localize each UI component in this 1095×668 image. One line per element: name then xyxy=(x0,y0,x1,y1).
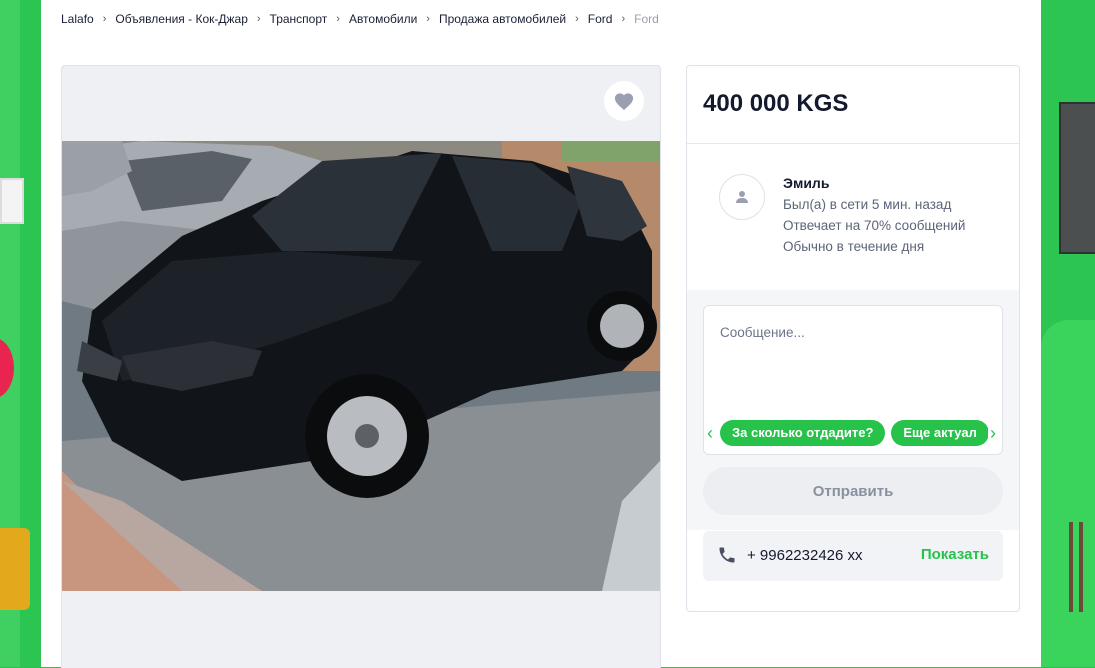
seller-response-time: Обычно в течение дня xyxy=(783,239,925,254)
ad-cabinet-image xyxy=(0,178,24,224)
quick-replies: За сколько отдадите? Еще актуал xyxy=(720,420,988,448)
quick-reply-chip[interactable]: За сколько отдадите? xyxy=(720,420,886,446)
breadcrumb-item-cars[interactable]: Автомобили xyxy=(349,12,417,26)
photo-gallery[interactable] xyxy=(61,65,661,668)
chevron-right-icon[interactable]: › xyxy=(990,424,996,442)
phone-row[interactable]: + 9962232426 xx Показать xyxy=(703,531,1003,581)
avatar[interactable] xyxy=(719,174,765,220)
breadcrumb-item-car-sales[interactable]: Продажа автомобилей xyxy=(439,12,566,26)
breadcrumb-item-ads[interactable]: Объявления - Кок-Джар xyxy=(115,12,248,26)
ad-chair-image xyxy=(1069,522,1083,612)
phone-icon xyxy=(719,547,735,563)
show-phone-button[interactable]: Показать xyxy=(921,546,989,563)
price: 400 000 KGS xyxy=(703,90,849,117)
left-ad-banner[interactable] xyxy=(0,0,41,667)
breadcrumb-item-home[interactable]: Lalafo xyxy=(61,12,94,26)
favorite-button[interactable] xyxy=(604,81,644,121)
breadcrumb: Lalafo › Объявления - Кок-Джар › Транспо… xyxy=(61,12,659,26)
chevron-right-icon: › xyxy=(575,13,579,25)
chevron-right-icon: › xyxy=(102,13,107,25)
chevron-right-icon: › xyxy=(256,13,261,25)
message-input[interactable]: Сообщение... ‹ За сколько отдадите? Еще а… xyxy=(703,305,1003,455)
seller-last-seen: Был(а) в сети 5 мин. назад xyxy=(783,197,952,212)
divider xyxy=(687,143,1019,144)
main-content: Lalafo › Объявления - Кок-Джар › Транспо… xyxy=(41,0,1041,668)
car-photo[interactable] xyxy=(62,141,660,591)
heart-icon xyxy=(614,93,634,111)
phone-number: + 9962232426 xx xyxy=(747,547,863,564)
ad-wardrobe-image xyxy=(1059,102,1095,254)
listing-sidebar: 400 000 KGS Эмиль Был(а) в сети 5 мин. н… xyxy=(686,65,1020,612)
quick-reply-chip[interactable]: Еще актуал xyxy=(891,420,988,446)
right-ad-banner[interactable] xyxy=(1041,0,1095,667)
user-icon xyxy=(736,191,748,203)
breadcrumb-current: Ford xyxy=(634,12,659,26)
chevron-right-icon: › xyxy=(621,13,626,25)
chevron-left-icon[interactable]: ‹ xyxy=(707,424,713,442)
ad-wave-graphic xyxy=(1041,320,1095,667)
send-button[interactable]: Отправить xyxy=(703,467,1003,515)
breadcrumb-item-transport[interactable]: Транспорт xyxy=(270,12,328,26)
message-placeholder: Сообщение... xyxy=(720,325,805,340)
breadcrumb-item-brand[interactable]: Ford xyxy=(588,12,613,26)
chevron-right-icon: › xyxy=(426,13,430,25)
ad-chair-image xyxy=(0,528,30,610)
chevron-right-icon: › xyxy=(336,13,340,25)
seller-response-rate: Отвечает на 70% сообщений xyxy=(783,218,966,233)
seller-name[interactable]: Эмиль xyxy=(783,175,829,191)
